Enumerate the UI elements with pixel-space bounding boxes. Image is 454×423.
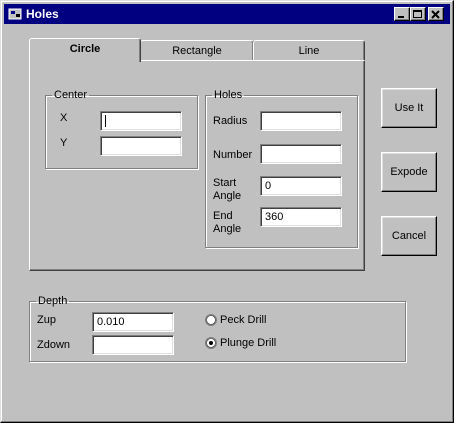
y-label: Y: [60, 137, 68, 149]
start-angle-label-line1: Start: [213, 177, 237, 189]
start-angle-label-line2: Angle: [213, 190, 242, 202]
minimize-button[interactable]: [394, 7, 410, 21]
zdown-label: Zdown: [37, 339, 71, 351]
tab-circle[interactable]: Circle: [29, 38, 141, 62]
maximize-button[interactable]: [410, 7, 426, 21]
x-input[interactable]: [100, 111, 182, 131]
start-angle-value: 0: [265, 180, 272, 192]
holes-dialog: Holes Circle Rectangle Line Center X Y H…: [0, 0, 454, 423]
radius-input[interactable]: [260, 111, 342, 131]
close-button[interactable]: [428, 7, 444, 21]
number-input[interactable]: [260, 144, 342, 164]
cancel-button[interactable]: Cancel: [381, 216, 437, 256]
holes-legend: Holes: [214, 89, 243, 101]
tab-line[interactable]: Line: [253, 40, 365, 62]
end-angle-label-line1: End: [213, 210, 233, 222]
maximize-icon: [413, 10, 422, 18]
tab-rectangle-label: Rectangle: [172, 45, 222, 57]
close-icon: [431, 10, 440, 19]
expode-button[interactable]: Expode: [381, 152, 437, 192]
depth-group: Depth: [29, 295, 406, 362]
title-bar[interactable]: Holes: [4, 4, 450, 24]
expode-label: Expode: [390, 166, 428, 178]
number-label: Number: [213, 149, 253, 161]
zdown-input[interactable]: [92, 335, 174, 355]
peck-drill-radio[interactable]: [205, 314, 217, 326]
end-angle-value: 360: [265, 211, 284, 223]
tab-rectangle[interactable]: Rectangle: [140, 40, 254, 62]
plunge-drill-label[interactable]: Plunge Drill: [220, 337, 276, 349]
peck-drill-label[interactable]: Peck Drill: [220, 314, 266, 326]
use-it-button[interactable]: Use It: [381, 88, 437, 128]
minimize-icon: [398, 16, 404, 18]
use-it-label: Use It: [394, 102, 424, 114]
y-input[interactable]: [100, 136, 182, 156]
text-caret: [105, 115, 106, 128]
app-icon: [8, 8, 22, 20]
x-label: X: [60, 112, 68, 124]
start-angle-input[interactable]: 0: [260, 176, 342, 196]
center-legend: Center: [54, 89, 88, 101]
zup-label: Zup: [37, 314, 56, 326]
depth-legend: Depth: [38, 295, 68, 307]
tab-line-label: Line: [298, 45, 320, 57]
plunge-drill-radio[interactable]: [205, 337, 217, 349]
end-angle-label-line2: Angle: [213, 223, 242, 235]
window-title: Holes: [26, 7, 59, 21]
tab-circle-label: Circle: [69, 43, 101, 55]
zup-input[interactable]: 0.010: [92, 312, 174, 332]
end-angle-input[interactable]: 360: [260, 207, 342, 227]
cancel-label: Cancel: [391, 230, 427, 242]
radius-label: Radius: [213, 115, 248, 127]
zup-input-value: 0.010: [97, 316, 125, 328]
